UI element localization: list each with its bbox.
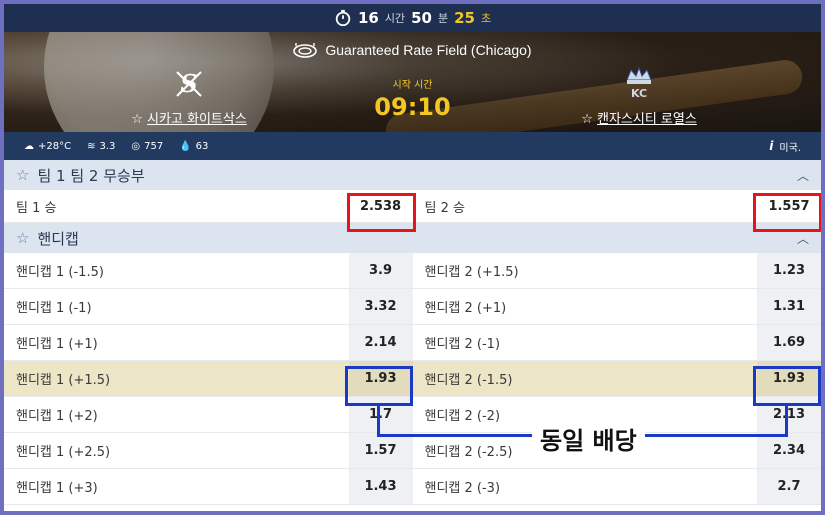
handicap1-odd[interactable]: 1.57 — [348, 433, 413, 468]
red-highlight-team2-odd — [753, 193, 821, 232]
handicap-row: 핸디캡 1 (-1.5) 3.9 핸디캡 2 (+1.5) 1.23 — [4, 253, 821, 289]
blue-highlight-handicap1-odd — [345, 366, 413, 406]
same-odds-callout: 동일 배당 — [532, 421, 645, 456]
stadium-icon — [293, 43, 318, 58]
stopwatch-icon — [335, 9, 351, 27]
handicap-row: 핸디캡 1 (+2.5) 1.57 핸디캡 2 (-2.5) 2.34 — [4, 433, 821, 469]
handicap-row: 핸디캡 1 (+3) 1.43 핸디캡 2 (-3) 2.7 — [4, 469, 821, 505]
cloud-icon: ☁ — [24, 140, 34, 152]
countdown-bar: 16 시간 50 분 25 초 — [4, 4, 821, 32]
blue-highlight-handicap2-odd — [753, 366, 821, 406]
droplet-icon: 💧 — [179, 140, 192, 152]
chevron-up-icon[interactable]: ︿ — [797, 230, 809, 247]
pressure-icon: ◎ — [131, 140, 141, 152]
royals-logo: KC — [539, 62, 739, 106]
handicap2-option[interactable]: 핸디캡 2 (+1) 1.31 — [413, 289, 821, 324]
venue-name: Guaranteed Rate Field (Chicago) — [325, 42, 532, 58]
handicap2-option[interactable]: 핸디캡 2 (-3) 2.7 — [413, 469, 821, 504]
handicap1-odd[interactable]: 1.43 — [348, 469, 413, 504]
chevron-up-icon[interactable]: ︿ — [797, 167, 809, 184]
handicap1-option[interactable]: 핸디캡 1 (+3) 1.43 — [4, 469, 413, 504]
countdown-minutes: 50 — [411, 9, 432, 27]
pressure: ◎ 757 — [131, 140, 164, 152]
hours-unit: 시간 — [384, 12, 406, 25]
handicap-market-title: 핸디캡 — [37, 229, 79, 248]
region-info[interactable]: i 미국. — [769, 139, 801, 154]
away-team[interactable]: KC ☆ 캔자스시티 로열스 — [539, 62, 739, 127]
handicap1-option[interactable]: 핸디캡 1 (+1) 2.14 — [4, 325, 413, 360]
wind-icon: ≋ — [87, 140, 96, 152]
handicap1-option[interactable]: 핸디캡 1 (-1) 3.32 — [4, 289, 413, 324]
handicap2-odd[interactable]: 2.34 — [757, 433, 821, 468]
svg-text:KC: KC — [631, 87, 647, 100]
countdown-seconds: 25 — [454, 9, 475, 27]
handicap2-odd[interactable]: 1.23 — [757, 253, 821, 288]
handicap1-odd[interactable]: 3.32 — [348, 289, 413, 324]
away-team-name[interactable]: 캔자스시티 로열스 — [597, 112, 697, 127]
weather-bar: ☁ +28°C ≋ 3.3 ◎ 757 💧 63 i 미국. — [4, 132, 821, 160]
handicap-row: 핸디캡 1 (-1) 3.32 핸디캡 2 (+1) 1.31 — [4, 289, 821, 325]
handicap2-option[interactable]: 핸디캡 2 (-1) 1.69 — [413, 325, 821, 360]
venue: Guaranteed Rate Field (Chicago) — [4, 42, 821, 58]
handicap1-option[interactable]: 핸디캡 1 (+2.5) 1.57 — [4, 433, 413, 468]
handicap2-odd[interactable]: 1.31 — [757, 289, 821, 324]
star-icon[interactable]: ☆ — [16, 166, 29, 184]
temperature: ☁ +28°C — [24, 140, 72, 152]
humidity: 💧 63 — [179, 140, 209, 152]
match-header: Guaranteed Rate Field (Chicago) S ☆ 시카고 … — [4, 32, 821, 132]
handicap2-odd[interactable]: 2.7 — [757, 469, 821, 504]
winner-market-title: 팀 1 팀 2 무승부 — [37, 166, 145, 185]
betting-panel: 16 시간 50 분 25 초 Guaranteed Rate Field (C… — [4, 4, 821, 511]
seconds-unit: 초 — [480, 12, 492, 25]
handicap1-option[interactable]: 핸디캡 1 (-1.5) 3.9 — [4, 253, 413, 288]
info-icon[interactable]: i — [769, 139, 773, 153]
handicap-row: 핸디캡 1 (+1) 2.14 핸디캡 2 (-1) 1.69 — [4, 325, 821, 361]
handicap2-option[interactable]: 핸디캡 2 (+1.5) 1.23 — [413, 253, 821, 288]
countdown-hours: 16 — [357, 9, 379, 27]
red-highlight-team1-odd — [347, 193, 416, 232]
handicap1-odd[interactable]: 3.9 — [348, 253, 413, 288]
wind: ≋ 3.3 — [87, 140, 116, 152]
handicap2-odd[interactable]: 1.69 — [757, 325, 821, 360]
star-icon[interactable]: ☆ — [16, 229, 29, 247]
winner-market-header[interactable]: ☆ 팀 1 팀 2 무승부 ︿ — [4, 160, 821, 190]
star-icon[interactable]: ☆ — [581, 112, 593, 127]
handicap1-odd[interactable]: 2.14 — [348, 325, 413, 360]
minutes-unit: 분 — [437, 12, 449, 25]
